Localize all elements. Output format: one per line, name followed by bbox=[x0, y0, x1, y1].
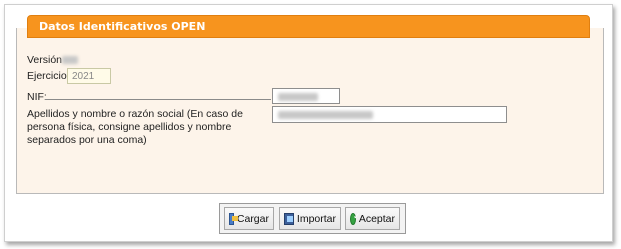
nombre-label: Apellidos y nombre o razón social (En ca… bbox=[27, 108, 243, 146]
aceptar-button[interactable]: Aceptar bbox=[345, 207, 400, 230]
cargar-button[interactable]: Cargar bbox=[224, 207, 274, 230]
nif-divider bbox=[45, 99, 271, 100]
nif-value-redacted bbox=[278, 93, 318, 101]
nombre-input[interactable] bbox=[272, 106, 507, 123]
check-icon bbox=[350, 212, 360, 225]
button-bar: Cargar Importar Aceptar bbox=[219, 203, 406, 234]
version-label: Versión bbox=[27, 54, 63, 66]
nombre-value-redacted bbox=[278, 111, 373, 119]
panel-title: Datos Identificativos OPEN bbox=[27, 15, 590, 38]
nif-label: NIF: bbox=[27, 91, 47, 103]
importar-label: Importar bbox=[296, 212, 336, 225]
load-icon bbox=[229, 212, 238, 225]
cargar-label: Cargar bbox=[236, 212, 269, 225]
ejercicio-label: Ejercicio bbox=[27, 70, 67, 82]
importar-button[interactable]: Importar bbox=[279, 207, 341, 230]
version-value-redacted bbox=[62, 56, 78, 64]
aceptar-label: Aceptar bbox=[358, 212, 395, 225]
import-icon bbox=[284, 212, 294, 225]
nif-input[interactable] bbox=[272, 88, 340, 104]
ejercicio-field[interactable]: 2021 bbox=[67, 68, 111, 84]
